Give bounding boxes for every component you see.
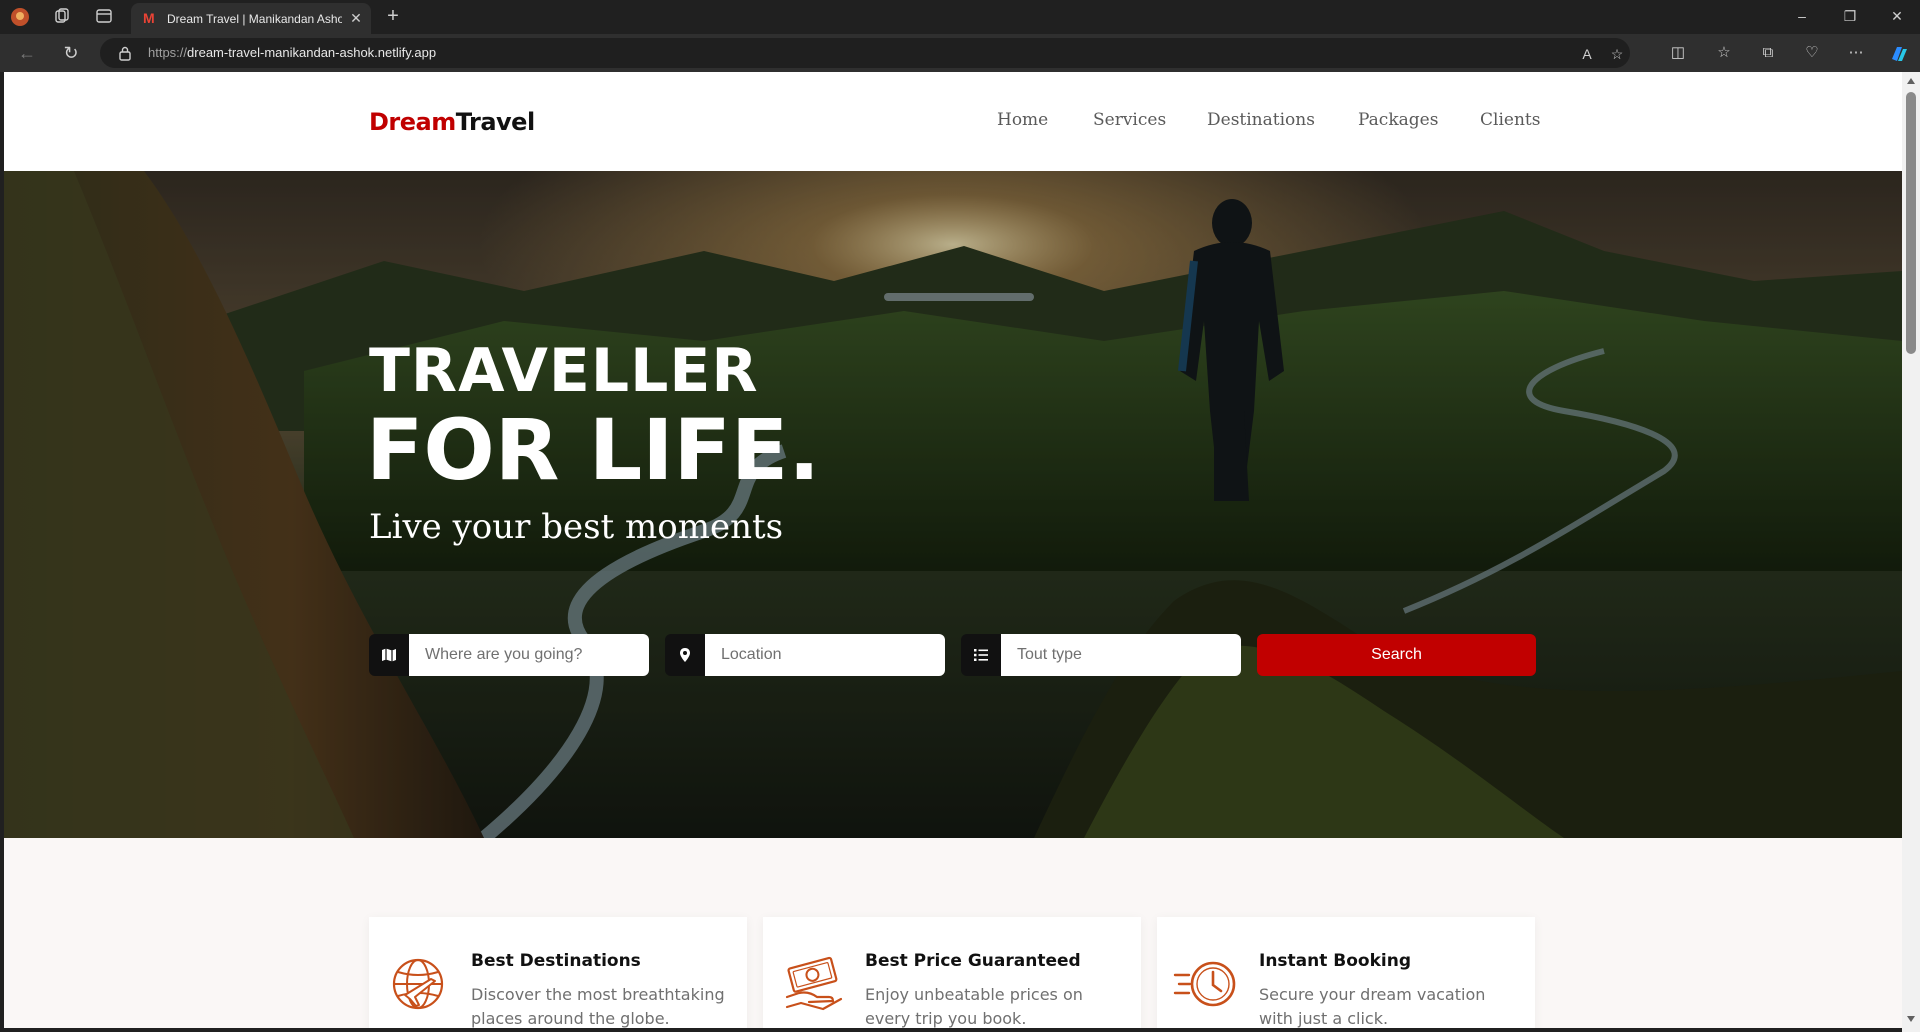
nav-destinations[interactable]: Destinations: [1207, 110, 1315, 130]
workspaces-icon[interactable]: [52, 7, 72, 27]
page-viewport: DreamTravel Home Services Destinations P…: [4, 72, 1902, 1028]
read-aloud-icon[interactable]: A: [1578, 45, 1596, 63]
destination-input[interactable]: [409, 634, 649, 676]
hero-section: TRAVELLER FOR LIFE. Live your best momen…: [4, 171, 1902, 838]
feature-title: Instant Booking: [1259, 951, 1412, 971]
globe-plane-icon: [392, 958, 444, 1010]
refresh-icon[interactable]: ↻: [60, 42, 82, 64]
restore-icon[interactable]: ❐: [1835, 8, 1865, 25]
back-arrow-icon[interactable]: ←: [16, 42, 38, 64]
gmail-favicon-icon: M: [143, 10, 155, 26]
url-text: https://dream-travel-manikandan-ashok.ne…: [148, 45, 437, 60]
favorites-icon[interactable]: ☆: [1714, 43, 1734, 63]
feature-title: Best Price Guaranteed: [865, 951, 1081, 971]
scroll-up-arrow-icon[interactable]: [1907, 78, 1915, 84]
tab-actions-icon[interactable]: [94, 7, 114, 27]
favorite-star-icon[interactable]: ☆: [1608, 45, 1626, 63]
nav-clients[interactable]: Clients: [1480, 110, 1540, 130]
location-pin-icon: [665, 634, 705, 676]
lock-icon[interactable]: [118, 45, 132, 61]
close-window-icon[interactable]: ✕: [1882, 8, 1912, 25]
collections-icon[interactable]: ⧉: [1758, 43, 1778, 63]
nav-packages[interactable]: Packages: [1358, 110, 1438, 130]
browser-toolbar: ← ↻ https://dream-travel-manikandan-asho…: [0, 34, 1920, 72]
scrollbar-thumb[interactable]: [1906, 92, 1916, 354]
nav-home[interactable]: Home: [997, 110, 1048, 130]
more-menu-icon[interactable]: ⋯: [1846, 43, 1866, 63]
nav-services[interactable]: Services: [1093, 110, 1166, 130]
new-tab-icon[interactable]: +: [382, 6, 404, 28]
tour-type-search-group: [961, 634, 1241, 676]
page-scrollbar[interactable]: [1902, 72, 1920, 1032]
browser-essentials-icon[interactable]: ♡: [1802, 43, 1822, 63]
destination-search-group: [369, 634, 649, 676]
map-icon: [369, 634, 409, 676]
hero-tagline: Live your best moments: [369, 507, 784, 547]
feature-card-booking: Instant Booking Secure your dream vacati…: [1157, 917, 1535, 1028]
split-screen-icon[interactable]: ◫: [1668, 43, 1688, 63]
feature-card-price: Best Price Guaranteed Enjoy unbeatable p…: [763, 917, 1141, 1028]
profile-avatar-icon[interactable]: [10, 7, 30, 27]
browser-tab-bar: M Dream Travel | Manikandan Ashok ✕ + – …: [0, 0, 1920, 34]
feature-description: Secure your dream vacation with just a c…: [1259, 985, 1486, 1028]
hero-heading-line2: FOR LIFE.: [366, 401, 821, 499]
copilot-icon[interactable]: [1888, 43, 1908, 63]
hero-background-image: [4, 171, 1902, 838]
tab-dream-travel[interactable]: M Dream Travel | Manikandan Ashok ✕: [131, 3, 371, 34]
tour-type-input[interactable]: [1001, 634, 1241, 676]
feature-description: Discover the most breathtaking places ar…: [471, 985, 725, 1028]
tab-close-icon[interactable]: ✕: [347, 9, 365, 27]
fast-clock-icon: [1173, 961, 1236, 1007]
feature-description: Enjoy unbeatable prices on every trip yo…: [865, 985, 1083, 1028]
money-hand-icon: [785, 956, 843, 1011]
location-input[interactable]: [705, 634, 945, 676]
site-header: DreamTravel Home Services Destinations P…: [4, 72, 1902, 171]
search-button[interactable]: Search: [1257, 634, 1536, 676]
site-logo[interactable]: DreamTravel: [369, 108, 535, 136]
feature-card-destinations: Best Destinations Discover the most brea…: [369, 917, 747, 1028]
hero-heading-line1: TRAVELLER: [369, 336, 759, 406]
list-icon: [961, 634, 1001, 676]
address-bar[interactable]: https://dream-travel-manikandan-ashok.ne…: [100, 38, 1630, 68]
tab-title: Dream Travel | Manikandan Ashok: [167, 12, 342, 26]
location-search-group: [665, 634, 945, 676]
feature-title: Best Destinations: [471, 951, 641, 971]
scroll-down-arrow-icon[interactable]: [1907, 1016, 1915, 1022]
minimize-icon[interactable]: –: [1787, 8, 1817, 24]
